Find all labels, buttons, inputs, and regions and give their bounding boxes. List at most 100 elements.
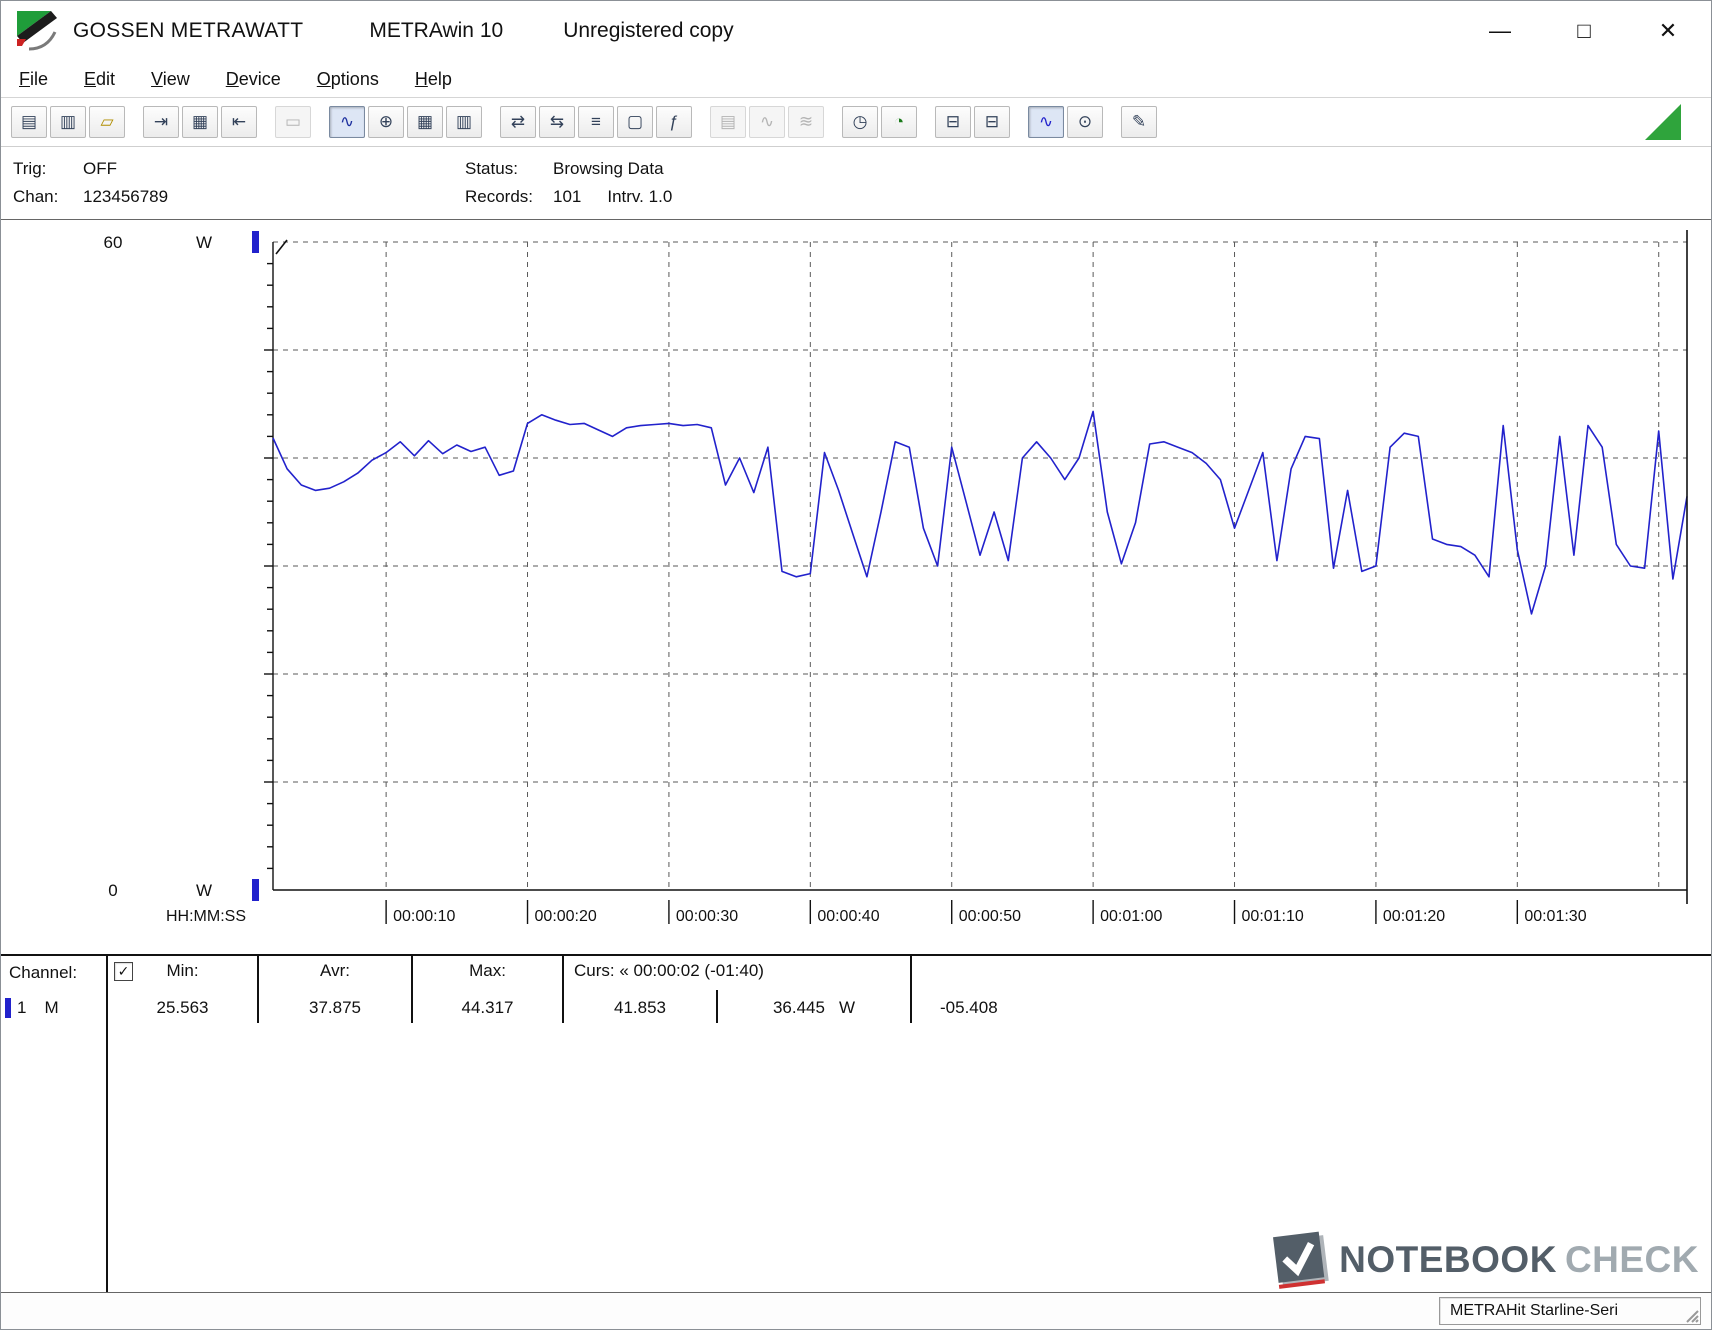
col-header-channel: Channel: (1, 956, 108, 990)
toolbar-separator (1013, 122, 1025, 123)
multimeter-button[interactable]: ▤ (710, 106, 746, 138)
channel-visibility-checkbox[interactable]: ✓ (114, 962, 133, 981)
records-value: 101 (553, 187, 581, 206)
col-header-extra (912, 956, 1711, 990)
toolbar-separator (260, 122, 272, 123)
chan-label: Chan: (13, 183, 83, 211)
toolbar-separator (314, 122, 326, 123)
minimize-button[interactable]: — (1483, 14, 1517, 48)
memory-to-pc-button[interactable]: ⇤ (221, 106, 257, 138)
title-bar: GOSSEN METRAWATT METRAwin 10 Unregistere… (1, 1, 1711, 61)
save-button[interactable]: ▤ (11, 106, 47, 138)
monitor-button[interactable]: ▢ (617, 106, 653, 138)
menu-help[interactable]: Help (415, 69, 452, 90)
trig-value: OFF (83, 159, 117, 178)
trigger-channel-info: Trig:OFF Chan:123456789 (13, 155, 168, 211)
status-panel: Trig:OFF Chan:123456789 Status:Browsing … (1, 147, 1711, 219)
display-button[interactable]: ▭ (275, 106, 311, 138)
col-header-max: Max: (413, 956, 564, 990)
power-chart[interactable]: 00:00:1000:00:2000:00:3000:00:4000:00:50… (1, 220, 1712, 955)
x-tick-label: 00:01:00 (1100, 908, 1162, 925)
chan-value: 123456789 (83, 187, 168, 206)
resize-grip-icon[interactable] (1681, 1305, 1699, 1323)
toolbar-separator (1106, 122, 1118, 123)
square-wave-button[interactable]: ≋ (788, 106, 824, 138)
zoom-button[interactable]: ⊙ (1067, 106, 1103, 138)
statistics-view-button[interactable]: ▥ (446, 106, 482, 138)
status-value: Browsing Data (553, 159, 664, 178)
x-tick-label: 00:00:30 (676, 908, 738, 925)
channel-table: Channel: ✓ Min: Avr: Max: Curs: « 00:00:… (1, 954, 1711, 1292)
clock-button[interactable]: ◷ (842, 106, 878, 138)
toolbar-separator (920, 122, 932, 123)
menu-device[interactable]: Device (226, 69, 281, 90)
toolbar-row: ▤▥▱⇥▦⇤▭∿⊕▦▥⇄⇆≡▢ƒ▤∿≋◷◔⊟⊟∿⊙✎ (1, 97, 1711, 147)
device-connect-button[interactable]: ⇄ (500, 106, 536, 138)
x-axis-title: HH:MM:SS (166, 908, 246, 925)
license-status: Unregistered copy (563, 19, 733, 43)
cursor-delta-value: -05.408 (912, 990, 1711, 1018)
col-header-min: ✓ Min: (108, 956, 259, 990)
cursor2-unit: W (839, 998, 855, 1018)
power-trace (273, 411, 1687, 614)
channel-min-value: 25.563 (108, 990, 259, 1023)
print-button[interactable]: ⊟ (935, 106, 971, 138)
chart-section: 00:00:1000:00:2000:00:3000:00:4000:00:50… (1, 219, 1711, 954)
toolbar-separator (827, 122, 839, 123)
trig-label: Trig: (13, 155, 83, 183)
status-records-info: Status:Browsing Data Records:101Intrv. 1… (465, 155, 672, 211)
annotation-button[interactable]: ✎ (1121, 106, 1157, 138)
status-label: Status: (465, 155, 553, 183)
menu-edit[interactable]: Edit (84, 69, 115, 90)
channel-max-value: 44.317 (413, 990, 564, 1023)
min-label: Min: (166, 961, 198, 980)
device-name-box: METRAHit Starline-Seri (1439, 1297, 1701, 1325)
memory-30k-button[interactable]: ▦ (182, 106, 218, 138)
channel-color-marker (5, 998, 11, 1018)
channel-mode: M (44, 998, 58, 1018)
app-brand: GOSSEN METRAWATT (73, 19, 303, 43)
sine-wave-button[interactable]: ∿ (749, 106, 785, 138)
x-tick-label: 00:00:20 (535, 908, 597, 925)
cursor2-value: 36.445W (718, 990, 912, 1023)
device-settings-button[interactable]: ⇆ (539, 106, 575, 138)
table-view-button[interactable]: ▦ (407, 106, 443, 138)
channel-color-marker (252, 231, 259, 253)
read-device-memory-button[interactable]: ⇥ (143, 106, 179, 138)
save-as-button[interactable]: ▥ (50, 106, 86, 138)
col-header-avr: Avr: (259, 956, 413, 990)
channel-number: 1 (17, 998, 26, 1018)
x-tick-label: 00:00:10 (393, 908, 455, 925)
toolbar: ▤▥▱⇥▦⇤▭∿⊕▦▥⇄⇆≡▢ƒ▤∿≋◷◔⊟⊟∿⊙✎ (11, 106, 1157, 138)
status-bar: METRAHit Starline-Seri (1, 1292, 1711, 1329)
channel-row-id: 1 M (1, 990, 108, 1292)
col-header-cursors: Curs: « 00:00:02 (-01:40) (564, 956, 912, 990)
menu-options[interactable]: Options (317, 69, 379, 90)
menu-view[interactable]: View (151, 69, 190, 90)
records-label: Records: (465, 183, 553, 211)
x-tick-label: 00:01:10 (1242, 908, 1304, 925)
toolbar-separator (485, 122, 497, 123)
formula-button[interactable]: ƒ (656, 106, 692, 138)
app-title: METRAwin 10 (369, 19, 503, 43)
gossen-metrawatt-logo-icon (15, 9, 59, 53)
x-tick-label: 00:01:20 (1383, 908, 1445, 925)
window-controls: — □ ✕ (1483, 14, 1697, 48)
cursor1-value: 41.853 (564, 990, 718, 1023)
y-axis-value-label: 0 (108, 881, 117, 900)
close-button[interactable]: ✕ (1651, 14, 1685, 48)
y-axis-unit-label: W (196, 233, 212, 252)
menu-file[interactable]: File (19, 69, 48, 90)
channel-config-button[interactable]: ≡ (578, 106, 614, 138)
xy-view-button[interactable]: ⊕ (368, 106, 404, 138)
zoom-curve-button[interactable]: ∿ (1028, 106, 1064, 138)
x-tick-label: 00:00:40 (817, 908, 879, 925)
y-axis-unit-label: W (196, 881, 212, 900)
open-file-button[interactable]: ▱ (89, 106, 125, 138)
y-axis-value-label: 60 (104, 233, 123, 252)
timer-button[interactable]: ◔ (881, 106, 917, 138)
print-preview-button[interactable]: ⊟ (974, 106, 1010, 138)
yt-chart-view-button[interactable]: ∿ (329, 106, 365, 138)
maximize-button[interactable]: □ (1567, 14, 1601, 48)
toolbar-separator (128, 122, 140, 123)
